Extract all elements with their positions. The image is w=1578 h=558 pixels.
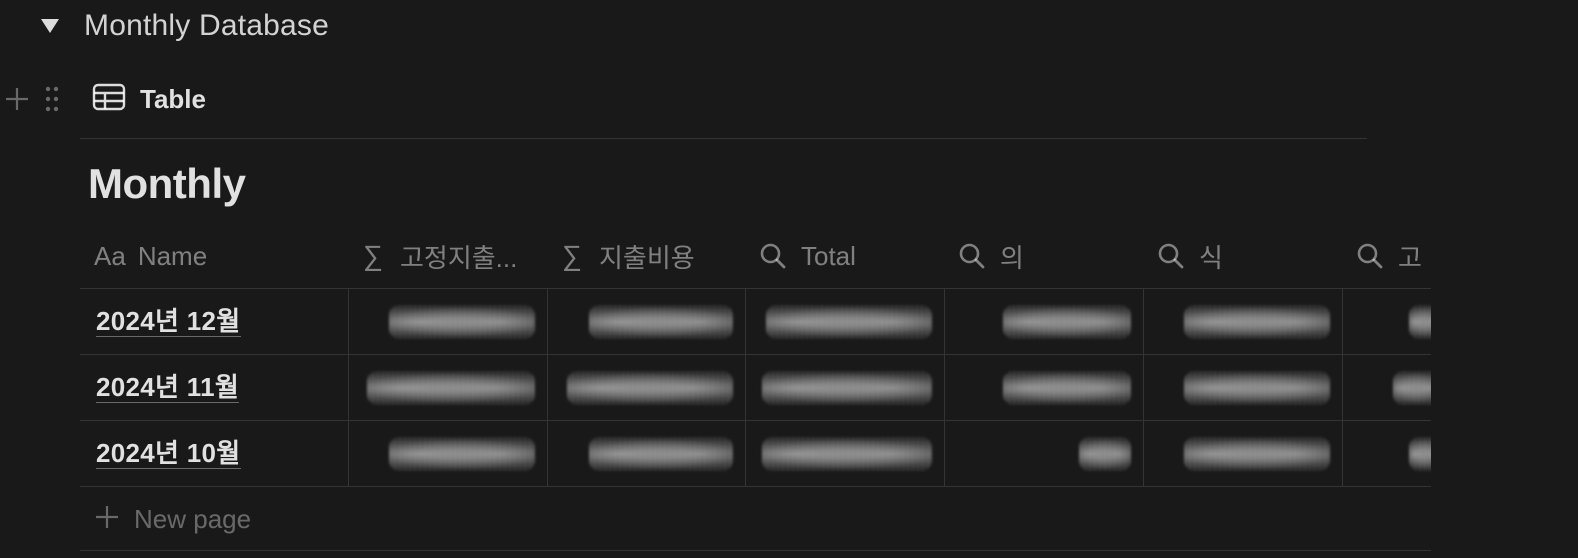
redacted-value: [1393, 371, 1431, 405]
value-cell[interactable]: [547, 421, 745, 486]
value-cell[interactable]: [745, 289, 944, 354]
value-cell[interactable]: [944, 355, 1143, 420]
redacted-value: [389, 305, 535, 339]
redacted-value: [762, 371, 932, 405]
redacted-value: [1184, 305, 1330, 339]
row-name-link[interactable]: 2024년 11월: [96, 372, 240, 403]
column-header-label: 고: [1398, 242, 1422, 273]
name-cell[interactable]: 2024년 12월: [80, 289, 348, 354]
value-cell[interactable]: [1143, 421, 1342, 486]
redacted-value: [567, 371, 733, 405]
text-property-icon: Aa: [94, 240, 126, 271]
redacted-value: [589, 305, 733, 339]
toggle-title: Monthly Database: [84, 9, 330, 42]
value-cell[interactable]: [1342, 289, 1431, 354]
table-bottom-divider: [80, 550, 1431, 551]
notion-page: Monthly Database Table Monthly Aa Name ∑…: [0, 0, 1578, 558]
value-cell[interactable]: [745, 421, 944, 486]
name-cell[interactable]: 2024년 10월: [80, 421, 348, 486]
table-icon: [92, 83, 126, 116]
drag-handle-icon[interactable]: [40, 82, 64, 116]
column-header-fixed-expense[interactable]: ∑ 고정지출...: [348, 224, 547, 288]
table-row[interactable]: 2024년 11월: [80, 355, 1431, 421]
view-divider: [80, 138, 1367, 139]
value-cell[interactable]: [1342, 421, 1431, 486]
new-page-label: New page: [134, 503, 252, 534]
search-icon: [759, 242, 787, 270]
value-cell[interactable]: [348, 355, 547, 420]
column-header-truncated[interactable]: 고: [1342, 224, 1431, 288]
plus-icon: [94, 504, 120, 535]
value-cell[interactable]: [1342, 355, 1431, 420]
row-name-link[interactable]: 2024년 12월: [96, 306, 241, 337]
redacted-value: [589, 437, 733, 471]
new-page-button[interactable]: New page: [94, 500, 251, 538]
column-header-expense[interactable]: ∑ 지출비용: [547, 224, 745, 288]
redacted-value: [1184, 437, 1330, 471]
redacted-value: [367, 371, 535, 405]
value-cell[interactable]: [547, 289, 745, 354]
redacted-value: [766, 305, 932, 339]
column-header-label: 지출비용: [599, 242, 695, 273]
column-header-label: Total: [801, 240, 856, 271]
value-cell[interactable]: [944, 421, 1143, 486]
value-cell[interactable]: [547, 355, 745, 420]
toggle-block[interactable]: Monthly Database: [36, 6, 329, 46]
name-cell[interactable]: 2024년 11월: [80, 355, 348, 420]
add-block-icon[interactable]: [0, 82, 34, 116]
sigma-icon: ∑: [363, 240, 383, 271]
toggle-triangle-icon[interactable]: [36, 18, 68, 34]
search-icon: [1157, 242, 1185, 270]
redacted-value: [1003, 371, 1131, 405]
value-cell[interactable]: [944, 289, 1143, 354]
redacted-value: [389, 437, 535, 471]
column-header-food[interactable]: 식: [1143, 224, 1342, 288]
search-icon: [958, 242, 986, 270]
view-tab-table[interactable]: Table: [92, 80, 206, 118]
value-cell[interactable]: [745, 355, 944, 420]
value-cell[interactable]: [1143, 289, 1342, 354]
column-header-label: 의: [1000, 242, 1024, 273]
table-row[interactable]: 2024년 12월: [80, 289, 1431, 355]
table-header-row: Aa Name ∑ 고정지출... ∑ 지출비용 Total 의 식 고: [80, 224, 1431, 289]
value-cell[interactable]: [348, 289, 547, 354]
table-row[interactable]: 2024년 10월: [80, 421, 1431, 487]
database-title[interactable]: Monthly: [88, 160, 246, 208]
column-header-label: 식: [1199, 242, 1223, 273]
redacted-value: [1003, 305, 1131, 339]
redacted-value: [1409, 305, 1431, 339]
redacted-value: [762, 437, 932, 471]
block-handles: [0, 80, 64, 118]
column-header-label: 고정지출...: [400, 242, 518, 273]
value-cell[interactable]: [1143, 355, 1342, 420]
redacted-value: [1079, 437, 1131, 471]
redacted-value: [1409, 437, 1431, 471]
column-header-name[interactable]: Aa Name: [80, 224, 348, 288]
column-header-label: Name: [137, 240, 208, 271]
sigma-icon: ∑: [562, 240, 582, 271]
value-cell[interactable]: [348, 421, 547, 486]
search-icon: [1356, 242, 1384, 270]
redacted-value: [1184, 371, 1330, 405]
database-table: Aa Name ∑ 고정지출... ∑ 지출비용 Total 의 식 고 202…: [80, 224, 1431, 487]
row-name-link[interactable]: 2024년 10월: [96, 438, 241, 469]
column-header-total[interactable]: Total: [745, 224, 944, 288]
column-header-clothing[interactable]: 의: [944, 224, 1143, 288]
view-tab-label: Table: [140, 83, 206, 114]
